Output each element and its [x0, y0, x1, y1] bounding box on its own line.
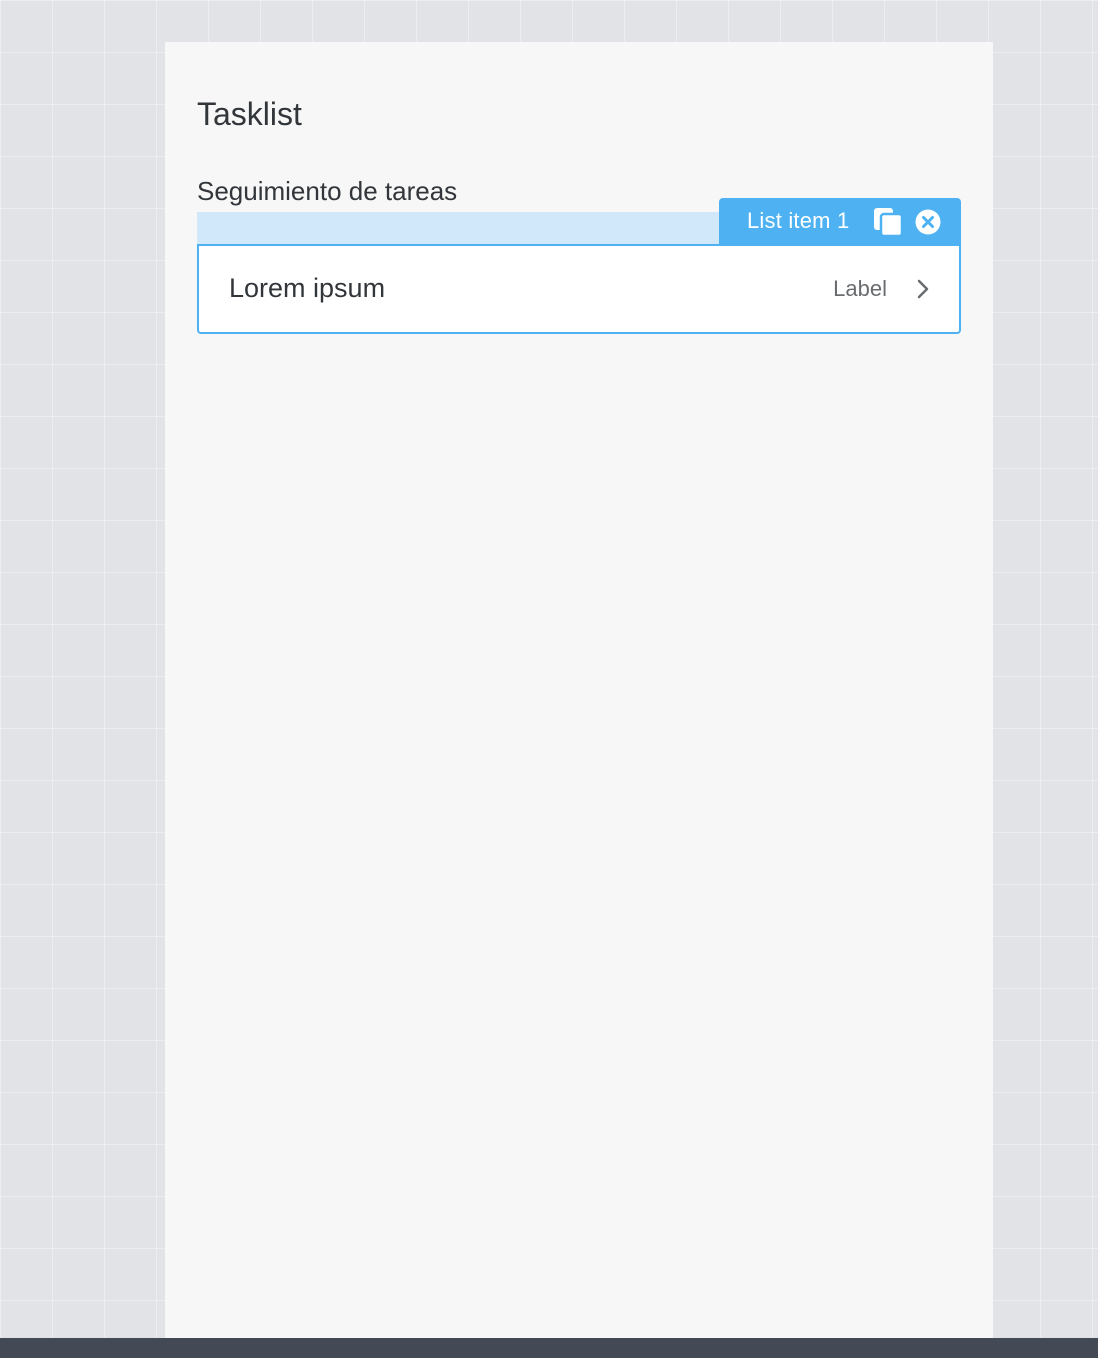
list-item[interactable]: Lorem ipsum Label: [197, 244, 961, 334]
chevron-right-icon: [915, 277, 931, 301]
close-circle-icon[interactable]: [915, 209, 941, 235]
selection-tag: List item 1: [719, 198, 961, 244]
page-title: Tasklist: [197, 96, 302, 132]
copy-icon[interactable]: [873, 207, 905, 238]
list-item-label: Label: [833, 276, 887, 301]
list-item-title: Lorem ipsum: [229, 273, 386, 303]
design-canvas: Tasklist Seguimiento de tareas List item…: [165, 42, 993, 1338]
selection-tag-label: List item 1: [747, 208, 850, 233]
bottom-bar: [0, 1338, 1098, 1358]
list-header: Seguimiento de tareas: [197, 176, 458, 206]
